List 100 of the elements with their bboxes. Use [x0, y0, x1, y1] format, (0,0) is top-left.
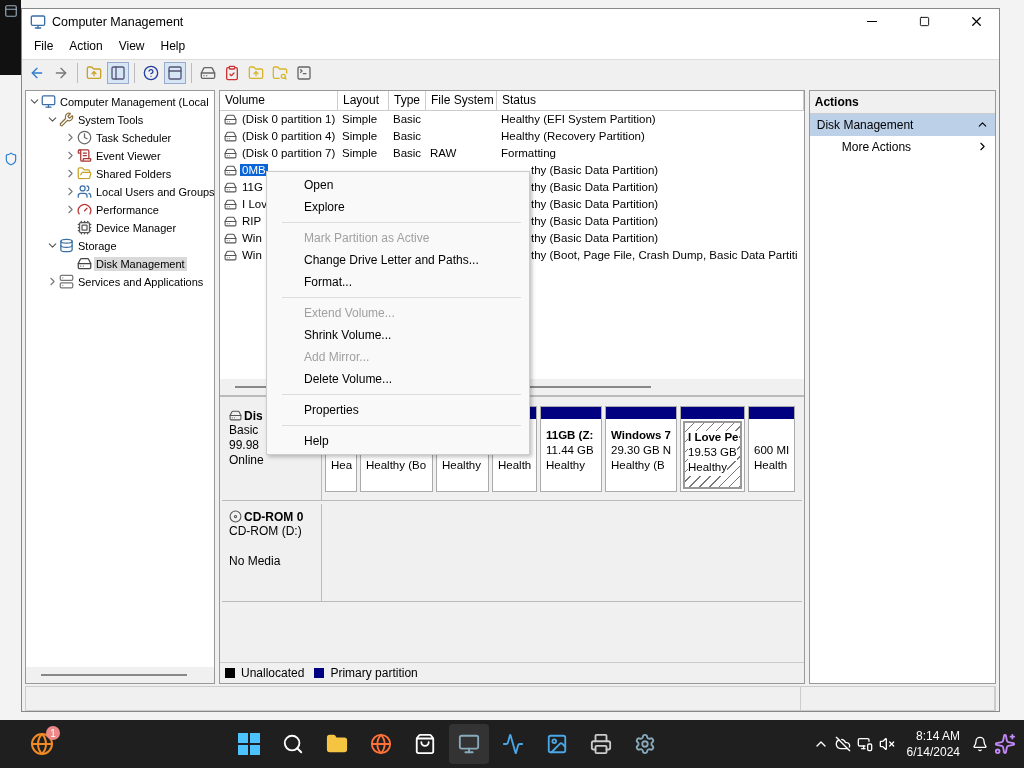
disk-info: No Media [229, 553, 281, 568]
partition-text: Healthy (Bo [366, 458, 427, 474]
speaker-muted-icon[interactable] [878, 736, 895, 752]
table-cell[interactable]: Win [240, 232, 264, 245]
network-icon[interactable] [856, 736, 873, 752]
table-cell: Basic [393, 130, 422, 143]
tree-item[interactable]: System Tools [76, 112, 146, 127]
menu-item[interactable]: Action [61, 37, 111, 56]
table-cell[interactable]: Win [240, 249, 264, 262]
table-cell: RAW [430, 147, 457, 160]
table-cell[interactable]: (Disk 0 partition 1) [240, 113, 338, 126]
tree-item[interactable]: Device Manager [94, 220, 179, 235]
context-menu-item[interactable]: Shrink Volume... [267, 323, 529, 346]
partition-bar [606, 406, 676, 419]
context-menu-item[interactable]: Open [267, 173, 529, 196]
table-cell: Simple [342, 130, 378, 143]
help-icon [143, 64, 159, 81]
context-menu-item[interactable]: Help [267, 429, 529, 452]
action-item[interactable]: More Actions [809, 135, 995, 158]
column-header[interactable]: Status [497, 90, 804, 110]
computer-management-button[interactable] [449, 724, 490, 764]
computer-icon [458, 733, 481, 755]
clock-icon [77, 130, 92, 146]
bell-icon[interactable] [972, 736, 988, 752]
pulse-icon [502, 733, 525, 755]
folder-icon [326, 733, 349, 755]
picture-icon [546, 733, 569, 755]
table-cell: Basic [393, 113, 422, 126]
scrollbar-thumb[interactable] [41, 674, 187, 677]
tree-item[interactable]: Disk Management [94, 256, 187, 271]
globe-icon [370, 733, 393, 755]
storage-icon [59, 238, 74, 254]
context-menu-item[interactable]: Explore [267, 195, 529, 218]
menu-item[interactable]: Help [152, 37, 194, 56]
folder-icon [77, 166, 92, 182]
volume-icon [224, 248, 237, 262]
app-icon [3, 4, 18, 18]
context-menu-item[interactable]: Change Drive Letter and Paths... [267, 248, 529, 271]
column-header[interactable]: Type [389, 90, 426, 110]
table-cell[interactable]: (Disk 0 partition 7) [240, 147, 338, 160]
tree-item[interactable]: Performance [94, 202, 161, 217]
tree-item[interactable]: Services and Applications [76, 274, 206, 289]
drive-icon [200, 64, 216, 81]
tree-item[interactable]: Shared Folders [94, 166, 174, 181]
volume-icon [224, 214, 237, 228]
table-cell[interactable]: 11G [240, 181, 265, 194]
table-cell[interactable]: 0MB [240, 164, 268, 177]
volume-icon [224, 163, 237, 177]
context-menu-item[interactable]: Format... [267, 270, 529, 293]
copilot-icon[interactable] [994, 733, 1016, 755]
clock-date[interactable]: 6/14/2024 [906, 744, 960, 760]
partition-bar [541, 406, 601, 419]
chip-icon [77, 220, 92, 236]
tree-item[interactable]: Event Viewer [94, 148, 163, 163]
maximize-icon [918, 16, 930, 27]
column-header[interactable]: File System [426, 90, 497, 110]
clock-time[interactable]: 8:14 AM [915, 728, 960, 744]
computer-icon [41, 94, 56, 110]
minimize-icon [867, 21, 877, 22]
partition-text: 11GB (Z: [546, 428, 594, 444]
table-cell: Formatting [501, 147, 556, 160]
folder-up-icon [248, 64, 264, 81]
tree-item[interactable]: Storage [76, 238, 119, 253]
disc-icon [229, 510, 242, 524]
gear-icon [634, 733, 657, 755]
panel-icon [110, 64, 126, 81]
volume-icon [224, 231, 237, 245]
panel-button[interactable] [164, 61, 186, 84]
partition-block[interactable]: I Love Pe 19.53 GB Healthy [683, 420, 742, 489]
legend-label: Unallocated [241, 666, 305, 681]
table-cell[interactable]: I Lov [240, 198, 269, 211]
menu-item[interactable]: View [110, 37, 153, 56]
legend-label: Primary partition [330, 666, 418, 681]
cloud-off-icon[interactable] [834, 736, 851, 752]
table-cell: thy (Basic Data Partition) [531, 215, 659, 228]
tools-icon [59, 112, 74, 128]
table-cell: thy (Basic Data Partition) [531, 232, 659, 245]
drive-icon [77, 256, 92, 272]
actions-section[interactable]: Disk Management [809, 113, 995, 136]
bag-icon [414, 733, 437, 755]
volume-icon [224, 197, 237, 211]
column-header[interactable]: Volume [220, 90, 338, 110]
tree-item[interactable]: Task Scheduler [94, 130, 174, 145]
server-icon [59, 274, 74, 290]
log-icon [77, 148, 92, 164]
context-menu-item[interactable]: Properties [267, 398, 529, 421]
disk-info: CD-ROM (D:) [229, 523, 302, 538]
table-cell[interactable]: RIP [240, 215, 264, 228]
context-menu-item[interactable]: Delete Volume... [267, 367, 529, 390]
tree-item[interactable]: Computer Management (Local [58, 94, 211, 109]
column-header[interactable]: Layout [338, 90, 389, 110]
partition-bar [749, 406, 794, 419]
tree-item[interactable]: Local Users and Groups [94, 184, 217, 199]
printer-icon [590, 733, 613, 755]
checklist-icon [224, 64, 240, 81]
table-cell[interactable]: (Disk 0 partition 4) [240, 130, 338, 143]
tree-pane-button[interactable] [107, 61, 129, 84]
partition-text: Healthy [442, 458, 481, 474]
actions-title: Actions [809, 90, 995, 114]
menu-item[interactable]: File [26, 37, 62, 56]
